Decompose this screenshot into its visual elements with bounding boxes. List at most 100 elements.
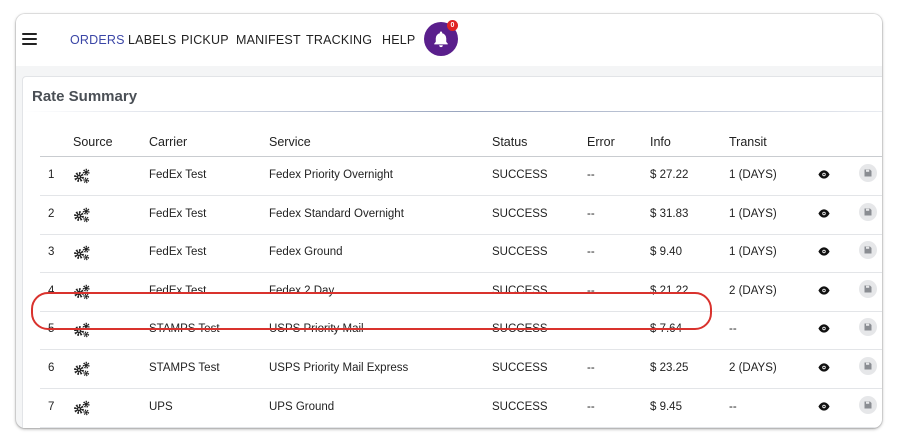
info-cell: $ 27.22 <box>650 169 689 181</box>
gears-icon <box>74 168 90 184</box>
transit-cell: 2 (DAYS) <box>729 284 777 297</box>
row-index: 2 <box>48 207 55 220</box>
view-eye-icon[interactable] <box>818 363 830 372</box>
view-eye-icon[interactable] <box>818 247 830 256</box>
card-title: Rate Summary <box>32 88 138 105</box>
title-divider <box>23 111 882 112</box>
info-cell: $ 31.83 <box>650 207 689 220</box>
carrier-cell: FedEx Test <box>149 284 207 297</box>
rate-summary-card: Rate Summary Source Carrier Service Stat… <box>22 76 882 428</box>
transit-cell: 1 (DAYS) <box>729 246 777 259</box>
status-cell: SUCCESS <box>492 323 548 336</box>
error-cell: -- <box>587 169 595 181</box>
status-cell: SUCCESS <box>492 246 548 259</box>
info-cell: $ 23.25 <box>650 362 689 374</box>
carrier-cell: FedEx Test <box>149 246 207 259</box>
column-header-service: Service <box>269 135 311 149</box>
save-rate-button[interactable] <box>859 395 877 414</box>
error-cell: -- <box>587 246 595 259</box>
gears-icon <box>74 284 90 300</box>
floppy-disk-icon <box>864 169 872 177</box>
view-eye-icon[interactable] <box>818 208 830 218</box>
column-header-carrier: Carrier <box>149 135 188 149</box>
column-header-info: Info <box>650 135 671 149</box>
transit-cell: -- <box>729 323 737 336</box>
save-rate-button[interactable] <box>859 202 877 221</box>
top-nav: ORDERS LABELS PICKUP MANIFEST TRACKING H… <box>16 14 882 66</box>
column-header-error: Error <box>587 135 615 149</box>
transit-cell: 1 (DAYS) <box>729 169 777 181</box>
row-index: 4 <box>48 284 55 297</box>
carrier-cell: UPS <box>149 400 173 413</box>
nav-pickup[interactable]: PICKUP <box>181 33 229 47</box>
table-row[interactable]: 1 FedEx Test Fedex Priority Overnight SU… <box>40 157 882 196</box>
info-cell: $ 9.45 <box>650 400 682 413</box>
hamburger-menu-icon[interactable] <box>22 33 37 45</box>
floppy-disk-icon <box>864 285 872 293</box>
view-eye-icon[interactable] <box>818 170 830 179</box>
view-eye-icon[interactable] <box>818 324 830 333</box>
floppy-disk-icon <box>864 362 872 370</box>
service-cell: Fedex Priority Overnight <box>269 169 393 181</box>
gears-icon <box>74 361 90 377</box>
carrier-cell: STAMPS Test <box>149 362 220 374</box>
view-eye-icon[interactable] <box>818 401 830 411</box>
service-cell: Fedex Ground <box>269 246 343 259</box>
table-row[interactable]: 2 FedEx Test Fedex Standard Overnight SU… <box>40 196 882 235</box>
floppy-disk-icon <box>864 401 872 409</box>
table-row[interactable]: 6 STAMPS Test USPS Priority Mail Express… <box>40 350 882 389</box>
error-cell: -- <box>587 284 595 297</box>
info-cell: $ 21.22 <box>650 284 689 297</box>
carrier-cell: FedEx Test <box>149 169 207 181</box>
bell-icon <box>434 31 448 48</box>
error-cell: -- <box>587 400 595 413</box>
floppy-disk-icon <box>864 208 872 216</box>
transit-cell: -- <box>729 400 737 413</box>
row-index: 6 <box>48 362 55 374</box>
carrier-cell: FedEx Test <box>149 207 207 220</box>
service-cell: USPS Priority Mail <box>269 323 364 336</box>
gears-icon <box>74 400 90 415</box>
notifications-button[interactable]: 0 <box>424 20 458 56</box>
nav-manifest[interactable]: MANIFEST <box>236 33 301 47</box>
save-rate-button[interactable] <box>859 279 877 298</box>
notification-count-badge: 0 <box>447 20 458 31</box>
nav-tracking[interactable]: TRACKING <box>306 33 372 47</box>
row-index: 1 <box>48 169 55 181</box>
error-cell: -- <box>587 362 595 374</box>
info-cell: $ 7.64 <box>650 323 682 336</box>
transit-cell: 2 (DAYS) <box>729 362 777 374</box>
service-cell: UPS Ground <box>269 400 335 413</box>
row-index: 3 <box>48 246 55 259</box>
nav-orders[interactable]: ORDERS <box>70 33 125 47</box>
table-row[interactable]: 7 UPS UPS Ground SUCCESS -- $ 9.45 -- <box>40 389 882 428</box>
table-row[interactable]: 4 FedEx Test Fedex 2 Day SUCCESS -- $ 21… <box>40 273 882 312</box>
row-index: 7 <box>48 400 55 413</box>
error-cell: -- <box>587 323 595 336</box>
nav-help[interactable]: HELP <box>382 33 415 47</box>
carrier-cell: STAMPS Test <box>149 323 220 336</box>
nav-labels[interactable]: LABELS <box>128 33 176 47</box>
row-index: 5 <box>48 323 55 336</box>
transit-cell: 1 (DAYS) <box>729 207 777 220</box>
service-cell: Fedex 2 Day <box>269 284 335 297</box>
status-cell: SUCCESS <box>492 362 548 374</box>
save-rate-button[interactable] <box>859 164 877 182</box>
status-cell: SUCCESS <box>492 400 548 413</box>
info-cell: $ 9.40 <box>650 246 682 259</box>
save-rate-button[interactable] <box>859 241 877 260</box>
column-header-transit: Transit <box>729 135 767 149</box>
status-cell: SUCCESS <box>492 284 548 297</box>
floppy-disk-icon <box>864 246 872 254</box>
gears-icon <box>74 323 90 338</box>
column-header-source: Source <box>73 135 113 149</box>
view-eye-icon[interactable] <box>818 286 830 295</box>
save-rate-button[interactable] <box>859 318 877 337</box>
table-row[interactable]: 5 STAMPS Test USPS Priority Mail SUCCESS… <box>40 311 882 351</box>
table-row[interactable]: 3 FedEx Test Fedex Ground SUCCESS -- $ 9… <box>40 234 882 274</box>
floppy-disk-icon <box>864 323 872 331</box>
app-window: ORDERS LABELS PICKUP MANIFEST TRACKING H… <box>16 14 882 428</box>
save-rate-button[interactable] <box>859 357 877 375</box>
gears-icon <box>74 245 90 261</box>
error-cell: -- <box>587 207 595 220</box>
